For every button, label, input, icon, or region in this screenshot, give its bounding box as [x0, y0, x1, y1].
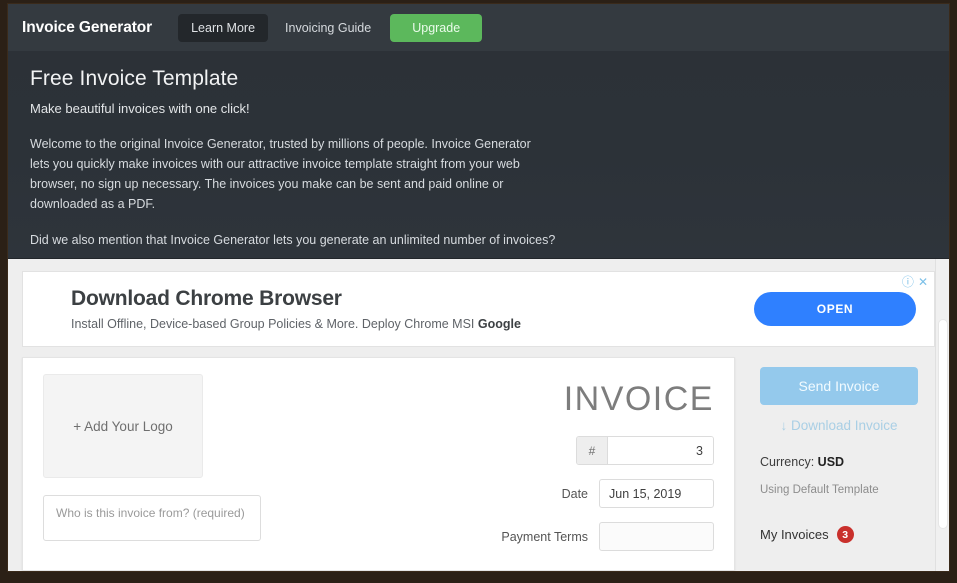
invoice-heading: INVOICE: [563, 380, 714, 418]
my-invoices-count-badge: 3: [836, 526, 854, 543]
page-viewport: Invoice Generator Learn More Invoicing G…: [8, 4, 949, 571]
invoice-from-field[interactable]: [43, 495, 261, 541]
my-invoices-label: My Invoices: [760, 527, 829, 542]
scrollbar-thumb[interactable]: [938, 319, 948, 529]
send-invoice-button[interactable]: Send Invoice: [760, 367, 918, 405]
nav-button-learn-more[interactable]: Learn More: [178, 13, 269, 42]
invoice-date-input[interactable]: [599, 479, 714, 508]
ad-open-button[interactable]: OPEN: [754, 292, 916, 326]
invoice-date-row: Date: [434, 479, 714, 508]
hero-subtitle: Make beautiful invoices with one click!: [30, 101, 250, 116]
hash-icon: #: [577, 437, 608, 464]
navbar: Invoice Generator Learn More Invoicing G…: [8, 4, 949, 51]
download-invoice-link[interactable]: ↓ Download Invoice: [760, 418, 918, 433]
date-label: Date: [561, 486, 588, 501]
currency-label: Currency:: [760, 455, 815, 469]
ad-description: Install Offline, Device-based Group Poli…: [71, 317, 475, 331]
invoice-number-input[interactable]: [608, 437, 713, 464]
page-content: Download Chrome Browser Install Offline,…: [8, 259, 949, 571]
invoice-logo-column: + Add Your Logo: [43, 374, 283, 570]
invoice-form-card: + Add Your Logo INVOICE # Date: [22, 357, 735, 571]
nav-link-invoicing-guide[interactable]: Invoicing Guide: [272, 14, 384, 42]
invoice-number-row: #: [434, 436, 714, 465]
payment-terms-row: Payment Terms: [434, 522, 714, 551]
browser-window-frame: Invoice Generator Learn More Invoicing G…: [0, 0, 957, 583]
my-invoices-row[interactable]: My Invoices 3: [760, 526, 935, 543]
ad-text-block: Download Chrome Browser Install Offline,…: [71, 287, 754, 331]
hero-banner: Free Invoice Template Make beautiful inv…: [8, 51, 949, 295]
invoice-number-group: #: [576, 436, 714, 465]
info-icon[interactable]: ⓘ: [902, 276, 914, 288]
payment-terms-input[interactable]: [599, 522, 714, 551]
currency-row[interactable]: Currency: USD: [760, 455, 935, 469]
invoice-sidebar: Send Invoice ↓ Download Invoice Currency…: [746, 357, 935, 571]
add-logo-dropzone[interactable]: + Add Your Logo: [43, 374, 203, 478]
ad-advertiser-name: Google: [477, 317, 521, 331]
hero-paragraph-secondary: Did we also mention that Invoice Generat…: [30, 233, 556, 247]
advertisement-banner[interactable]: Download Chrome Browser Install Offline,…: [22, 271, 935, 347]
close-icon[interactable]: ✕: [918, 276, 928, 288]
invoice-area: + Add Your Logo INVOICE # Date: [22, 357, 935, 571]
nav-button-upgrade[interactable]: Upgrade: [390, 13, 483, 42]
hero-paragraph-primary: Welcome to the original Invoice Generato…: [30, 137, 531, 211]
payment-terms-label: Payment Terms: [501, 529, 588, 544]
page-title: Free Invoice Template: [30, 67, 239, 90]
brand-title: Invoice Generator: [22, 18, 153, 36]
currency-value: USD: [817, 455, 845, 469]
ad-subline: Install Offline, Device-based Group Poli…: [71, 317, 754, 331]
template-note: Using Default Template: [760, 484, 879, 496]
invoice-meta-column: INVOICE # Date Payment Ter: [434, 374, 714, 570]
vertical-scrollbar[interactable]: [935, 259, 949, 571]
ad-controls: ⓘ ✕: [902, 276, 928, 288]
ad-headline: Download Chrome Browser: [71, 287, 342, 310]
